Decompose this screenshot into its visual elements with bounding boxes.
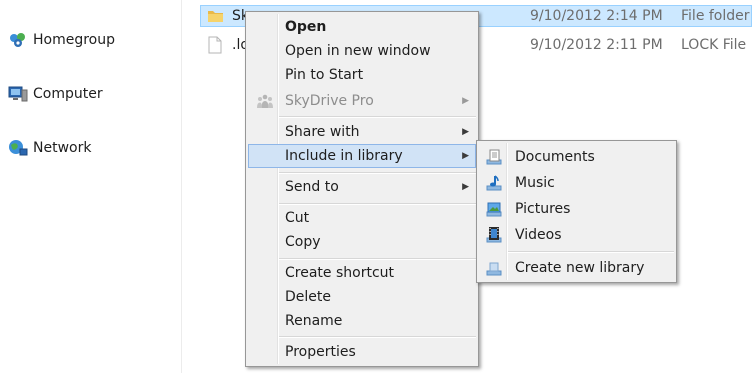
navigation-pane: Homegroup Computer Network — [0, 0, 181, 373]
menu-item-skydrive-pro[interactable]: SkyDrive Pro ▶ — [248, 89, 476, 113]
nav-item-label: Network — [33, 140, 92, 156]
submenu-arrow-icon: ▶ — [462, 182, 469, 192]
file-type: LOCK File — [681, 37, 747, 53]
menu-item-label: Delete — [285, 289, 331, 305]
pictures-library-icon — [485, 201, 503, 217]
menu-item-label: Open — [285, 19, 327, 35]
menu-item-label: Properties — [285, 344, 356, 360]
file-type: File folder — [681, 8, 750, 24]
network-icon — [8, 139, 28, 157]
menu-item-properties[interactable]: Properties — [248, 340, 476, 364]
menu-separator — [279, 203, 476, 205]
menu-item-label: Create shortcut — [285, 265, 395, 281]
submenu-item-label: Pictures — [515, 201, 571, 217]
menu-item-label: Pin to Start — [285, 67, 364, 83]
videos-library-icon — [485, 227, 503, 243]
menu-item-label: SkyDrive Pro — [285, 93, 374, 109]
homegroup-icon — [8, 31, 28, 49]
menu-item-label: Open in new window — [285, 43, 431, 59]
menu-item-label: Copy — [285, 234, 321, 250]
submenu-item-label: Music — [515, 175, 555, 191]
nav-item-label: Computer — [33, 86, 103, 102]
folder-icon — [207, 5, 225, 27]
menu-item-label: Include in library — [285, 148, 403, 164]
menu-separator — [279, 172, 476, 174]
menu-item-label: Send to — [285, 179, 339, 195]
submenu-item-label: Documents — [515, 149, 595, 165]
menu-item-label: Rename — [285, 313, 343, 329]
menu-item-send-to[interactable]: Send to ▶ — [248, 175, 476, 199]
nav-item-homegroup[interactable]: Homegroup — [8, 29, 115, 51]
file-date: 9/10/2012 2:14 PM — [530, 8, 663, 24]
menu-item-delete[interactable]: Delete — [248, 285, 476, 309]
nav-item-label: Homegroup — [33, 32, 116, 48]
nav-item-computer[interactable]: Computer — [8, 83, 103, 105]
menu-separator — [279, 258, 476, 260]
menu-item-share-with[interactable]: Share with ▶ — [248, 120, 476, 144]
music-library-icon — [485, 175, 503, 191]
context-menu: Open Open in new window Pin to Start Sky… — [245, 11, 479, 367]
menu-item-label: Share with — [285, 124, 360, 140]
menu-item-pin-to-start[interactable]: Pin to Start — [248, 63, 476, 87]
submenu-item-label: Videos — [515, 227, 562, 243]
menu-item-include-in-library[interactable]: Include in library ▶ — [248, 144, 476, 168]
menu-item-create-shortcut[interactable]: Create shortcut — [248, 261, 476, 285]
new-library-icon — [485, 260, 503, 276]
submenu-arrow-icon: ▶ — [462, 127, 469, 137]
menu-item-rename[interactable]: Rename — [248, 309, 476, 333]
submenu-item-videos[interactable]: Videos — [479, 223, 674, 247]
menu-item-copy[interactable]: Copy — [248, 230, 476, 254]
nav-item-network[interactable]: Network — [8, 137, 91, 159]
submenu-item-create-new-library[interactable]: Create new library — [479, 256, 674, 280]
menu-item-open-new-window[interactable]: Open in new window — [248, 39, 476, 63]
submenu-arrow-icon: ▶ — [462, 96, 469, 106]
file-icon — [208, 34, 222, 56]
skydrive-pro-icon — [256, 93, 274, 109]
documents-library-icon — [485, 149, 503, 165]
menu-separator — [508, 251, 674, 253]
submenu-item-music[interactable]: Music — [479, 171, 674, 195]
menu-item-cut[interactable]: Cut — [248, 206, 476, 230]
submenu-item-documents[interactable]: Documents — [479, 145, 674, 169]
computer-icon — [8, 85, 28, 103]
pane-divider — [181, 0, 182, 373]
menu-item-open[interactable]: Open — [248, 15, 476, 39]
menu-item-label: Cut — [285, 210, 310, 226]
menu-separator — [279, 116, 476, 118]
library-submenu: Documents Music Pictures Videos Create n… — [476, 140, 677, 283]
submenu-item-label: Create new library — [515, 260, 645, 276]
submenu-item-pictures[interactable]: Pictures — [479, 197, 674, 221]
file-date: 9/10/2012 2:11 PM — [530, 37, 663, 53]
menu-separator — [279, 336, 476, 338]
submenu-arrow-icon: ▶ — [462, 151, 469, 161]
